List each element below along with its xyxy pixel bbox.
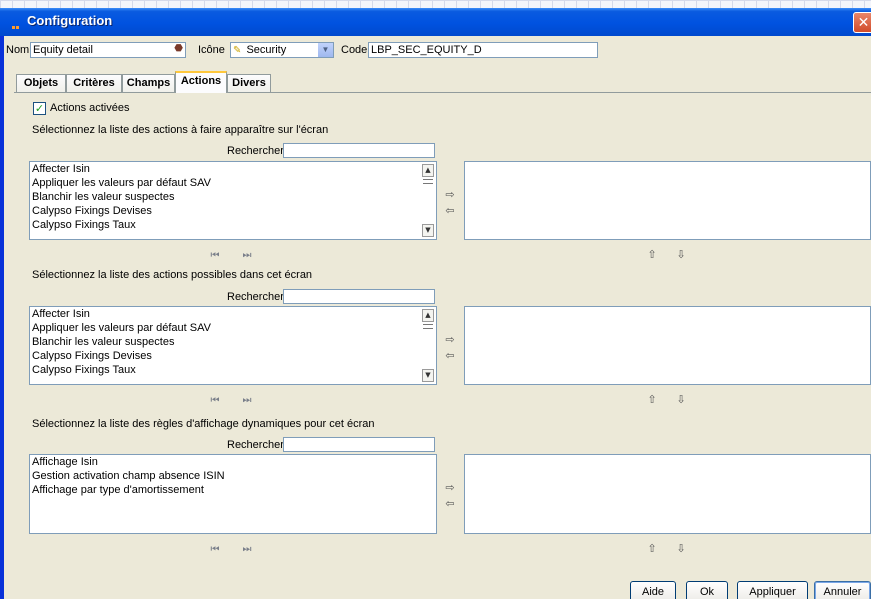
- list-item[interactable]: Affichage Isin: [30, 455, 436, 469]
- scroll-down-icon[interactable]: ▼: [422, 369, 434, 382]
- icone-combo[interactable]: ✎ Security ▼: [230, 42, 334, 58]
- list-item[interactable]: Affichage par type d'amortissement: [30, 483, 436, 497]
- vertical-scrollbar[interactable]: ▲ ▼: [422, 162, 434, 239]
- last-icon[interactable]: ⏭: [241, 395, 253, 407]
- list-item[interactable]: Affecter Isin: [30, 162, 436, 176]
- tab-objets[interactable]: Objets: [16, 74, 66, 92]
- move-right-icon[interactable]: ⇨: [444, 334, 456, 346]
- code-field[interactable]: LBP_SEC_EQUITY_D: [368, 42, 598, 58]
- selected-possible-actions-list[interactable]: [464, 306, 871, 385]
- actions-enabled-checkbox[interactable]: ✓: [33, 102, 46, 115]
- first-icon[interactable]: ⏮: [209, 544, 221, 556]
- first-icon[interactable]: ⏮: [209, 250, 221, 262]
- desktop-background: [0, 0, 871, 8]
- search-label: Rechercher: [227, 291, 284, 303]
- scroll-up-icon[interactable]: ▲: [422, 309, 434, 322]
- tab-criteres[interactable]: Critères: [66, 74, 122, 92]
- list-item[interactable]: Appliquer les valeurs par défaut SAV: [30, 321, 436, 335]
- translate-icon[interactable]: ⬣: [174, 43, 183, 55]
- move-left-icon[interactable]: ⇦: [444, 205, 456, 217]
- apply-button[interactable]: Appliquer: [737, 581, 808, 599]
- icone-label: Icône: [198, 44, 225, 56]
- available-possible-actions-list[interactable]: Affecter Isin Appliquer les valeurs par …: [29, 306, 437, 385]
- code-value: LBP_SEC_EQUITY_D: [371, 44, 482, 56]
- selected-display-rules-list[interactable]: [464, 454, 871, 534]
- search-label: Rechercher: [227, 145, 284, 157]
- nom-field[interactable]: Equity detail ⬣: [30, 42, 186, 58]
- ok-button[interactable]: Ok: [686, 581, 728, 599]
- cancel-button[interactable]: Annuler: [814, 581, 871, 599]
- list-item[interactable]: Appliquer les valeurs par défaut SAV: [30, 176, 436, 190]
- move-left-icon[interactable]: ⇦: [444, 498, 456, 510]
- last-icon[interactable]: ⏭: [241, 250, 253, 262]
- move-down-icon[interactable]: ⇩: [675, 543, 687, 555]
- scroll-down-icon[interactable]: ▼: [422, 224, 434, 237]
- list-item[interactable]: Calypso Fixings Taux: [30, 218, 436, 232]
- list-item[interactable]: Calypso Fixings Taux: [30, 363, 436, 377]
- icone-value: Security: [246, 44, 287, 56]
- move-up-icon[interactable]: ⇧: [646, 394, 658, 406]
- help-button[interactable]: Aide: [630, 581, 676, 599]
- list-item[interactable]: Blanchir les valeur suspectes: [30, 335, 436, 349]
- actions-enabled-label: Actions activées: [50, 102, 130, 114]
- move-down-icon[interactable]: ⇩: [675, 249, 687, 261]
- selected-actions-list[interactable]: [464, 161, 871, 240]
- last-icon[interactable]: ⏭: [241, 544, 253, 556]
- search-input[interactable]: [283, 143, 435, 158]
- list-item[interactable]: Blanchir les valeur suspectes: [30, 190, 436, 204]
- available-display-rules-list[interactable]: Affichage Isin Gestion activation champ …: [29, 454, 437, 534]
- nom-label: Nom: [6, 44, 30, 56]
- tab-strip-border: [14, 92, 871, 93]
- close-button[interactable]: ✕: [853, 12, 871, 33]
- section-display-rules-title: Sélectionnez la liste des règles d'affic…: [32, 418, 375, 430]
- section-actions-display-title: Sélectionnez la liste des actions à fair…: [32, 124, 329, 136]
- list-item[interactable]: Gestion activation champ absence ISIN: [30, 469, 436, 483]
- chevron-down-icon[interactable]: ▼: [318, 43, 333, 57]
- app-icon: [12, 19, 22, 29]
- available-actions-list[interactable]: Affecter Isin Appliquer les valeurs par …: [29, 161, 437, 240]
- scroll-thumb[interactable]: [423, 179, 433, 184]
- section-possible-actions-title: Sélectionnez la liste des actions possib…: [32, 269, 313, 281]
- tab-actions[interactable]: Actions: [175, 71, 227, 93]
- code-label: Code: [341, 44, 368, 56]
- list-item[interactable]: Calypso Fixings Devises: [30, 204, 436, 218]
- search-label: Rechercher: [227, 439, 284, 451]
- scroll-thumb[interactable]: [423, 324, 433, 329]
- tab-champs[interactable]: Champs: [122, 74, 175, 92]
- title-bar[interactable]: Configuration ✕: [0, 8, 871, 36]
- vertical-scrollbar[interactable]: ▲ ▼: [422, 307, 434, 384]
- nom-value: Equity detail: [33, 44, 93, 56]
- scroll-up-icon[interactable]: ▲: [422, 164, 434, 177]
- move-left-icon[interactable]: ⇦: [444, 350, 456, 362]
- move-right-icon[interactable]: ⇨: [444, 482, 456, 494]
- move-down-icon[interactable]: ⇩: [675, 394, 687, 406]
- first-icon[interactable]: ⏮: [209, 395, 221, 407]
- search-input[interactable]: [283, 289, 435, 304]
- tab-divers[interactable]: Divers: [227, 74, 271, 92]
- list-item[interactable]: Calypso Fixings Devises: [30, 349, 436, 363]
- configuration-dialog: Configuration ✕ Nom Equity detail ⬣ Icôn…: [0, 8, 871, 599]
- move-up-icon[interactable]: ⇧: [646, 543, 658, 555]
- security-icon: ✎: [233, 45, 242, 56]
- window-title: Configuration: [27, 13, 113, 28]
- search-input[interactable]: [283, 437, 435, 452]
- list-item[interactable]: Affecter Isin: [30, 307, 436, 321]
- move-up-icon[interactable]: ⇧: [646, 249, 658, 261]
- move-right-icon[interactable]: ⇨: [444, 189, 456, 201]
